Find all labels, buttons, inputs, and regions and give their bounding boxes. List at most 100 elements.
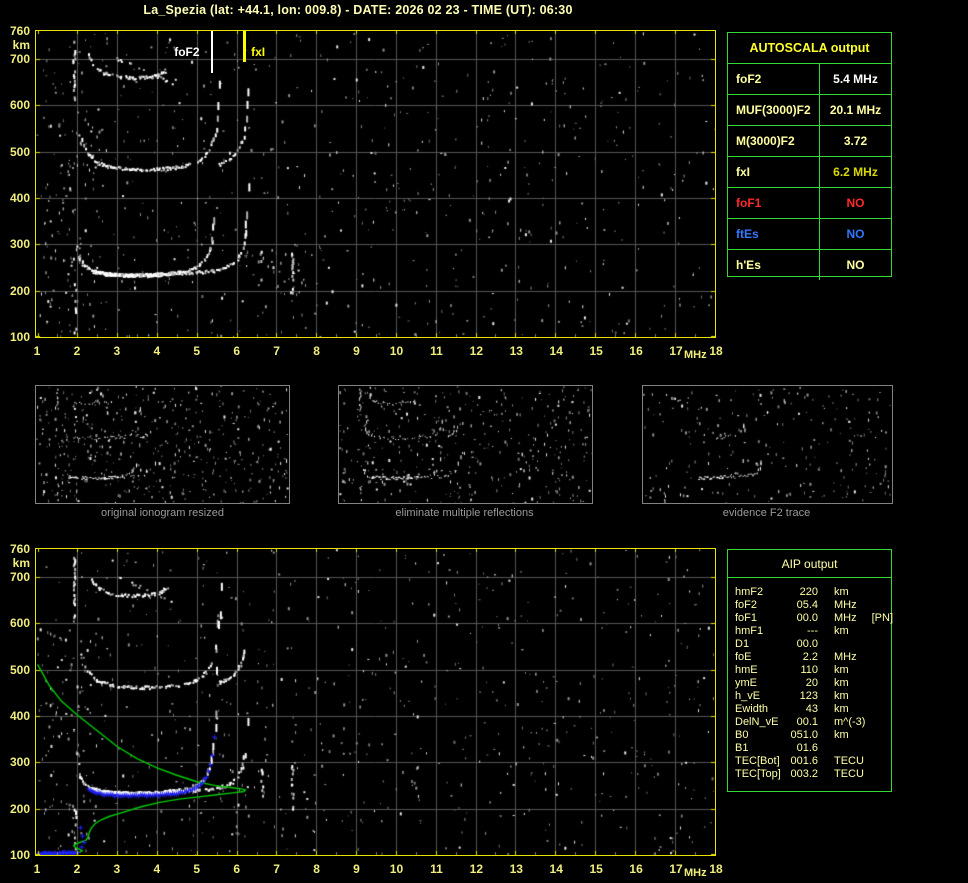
parameter-label: fxI (728, 157, 820, 187)
x-tick-label: 14 (549, 862, 563, 876)
aip-row-ewidth: Ewidth 43 km (735, 703, 891, 716)
parameter-value: 220 (799, 586, 818, 598)
y-tick-label: 700 (9, 569, 30, 584)
aip-output-table: AIP output hmF2 220 km foF2 05.4 MHz foF1 00.0 M… (727, 549, 894, 792)
x-tick-label: 3 (113, 862, 121, 876)
y-tick-label: 600 (9, 616, 30, 631)
autoscala-row-m3000f2: M(3000)F2 3.72 (728, 126, 891, 157)
parameter-label: DelN_vE (735, 716, 779, 728)
autoscala-row-fof1: foF1 NO (728, 188, 891, 219)
aip-row-yme: ymE 20 km (735, 677, 891, 690)
parameter-label: B0 (735, 729, 749, 741)
parameter-label: TEC[Top] (735, 768, 781, 780)
parameter-label: foF2 (728, 64, 820, 94)
x-tick-label: 16 (629, 344, 643, 358)
parameter-value: 2.2 (802, 651, 818, 663)
aip-row-tecbot: TEC[Bot] 001.6 TECU (735, 755, 891, 768)
bottom-x-axis-unit: MHz (684, 867, 707, 879)
panel-original-ionogram (35, 385, 290, 504)
parameter-label: foF1 (735, 612, 758, 624)
aip-table-rows: hmF2 220 km foF2 05.4 MHz foF1 00.0 MHz [PN] hmF1 -… (728, 578, 894, 781)
parameter-value: 00.1 (796, 716, 818, 728)
x-tick-label: 5 (193, 862, 201, 876)
x-tick-label: 10 (389, 344, 404, 358)
autoscala-row-fof2: foF2 5.4 MHz (728, 64, 891, 95)
aip-row-hve: h_vE 123 km (735, 690, 891, 703)
station-title: La_Spezia (lat: +44.1, lon: 009.8) - DAT… (143, 3, 573, 17)
y-tick-label: 100 (9, 848, 30, 862)
parameter-label: hmF1 (735, 625, 764, 637)
x-tick-label: 1 (33, 344, 41, 358)
x-tick-label: 8 (313, 862, 320, 876)
top-ionogram-plot (35, 30, 716, 338)
parameter-value: 05.4 (796, 599, 818, 611)
eliminate-reflections-canvas (339, 386, 592, 503)
x-tick-label: 1 (33, 862, 41, 876)
parameter-unit: km (834, 690, 849, 702)
autoscala-table-header: AUTOSCALA output (728, 33, 891, 64)
parameter-unit: km (834, 677, 849, 689)
parameter-label: M(3000)F2 (728, 126, 820, 156)
x-tick-label: 11 (430, 862, 443, 876)
x-tick-label: 16 (629, 862, 643, 876)
parameter-value: --- (807, 625, 818, 637)
x-tick-label: 7 (273, 862, 280, 876)
bottom-y-axis-unit: km (12, 556, 30, 570)
parameter-label: foF2 (735, 599, 758, 611)
x-tick-label: 14 (549, 344, 563, 358)
x-tick-label: 4 (153, 862, 161, 876)
parameter-note: [PN] (871, 612, 894, 624)
parameter-unit: TECU (834, 755, 864, 767)
panel-eliminate-reflections (338, 385, 593, 504)
x-tick-label: 12 (469, 862, 484, 876)
y-tick-label: 500 (9, 662, 30, 677)
y-tick-label: 200 (9, 283, 30, 298)
parameter-value: 051.0 (790, 729, 818, 741)
parameter-label: TEC[Bot] (735, 755, 780, 767)
y-tick-label: 700 (9, 51, 30, 66)
x-tick-label: 9 (353, 862, 360, 876)
fof2-marker-label: foF2 (174, 45, 200, 59)
parameter-unit: km (834, 703, 849, 715)
x-tick-label: 11 (430, 344, 443, 358)
top-ionogram-canvas (36, 31, 715, 337)
aip-row-b0: B0 051.0 km (735, 729, 891, 742)
y-tick-label: 300 (9, 237, 30, 252)
parameter-value: 00.0 (796, 638, 818, 650)
x-tick-label: 6 (233, 344, 241, 358)
parameter-unit: MHz (834, 599, 857, 611)
parameter-value: NO (846, 227, 865, 241)
x-tick-label: 10 (389, 862, 404, 876)
x-tick-label: 8 (313, 344, 320, 358)
parameter-value: 00.0 (796, 612, 818, 624)
parameter-unit: km (834, 664, 849, 676)
fof2-marker-line (211, 31, 213, 73)
autoscala-row-hes: h'Es NO (728, 250, 891, 280)
autoscala-row-muf3000f2: MUF(3000)F2 20.1 MHz (728, 95, 891, 126)
autoscala-window: La_Spezia (lat: +44.1, lon: 009.8) - DAT… (0, 0, 968, 883)
x-tick-label: 15 (589, 344, 603, 358)
parameter-value: 20.1 MHz (829, 103, 882, 117)
y-tick-label: 100 (9, 330, 30, 344)
aip-row-hmf1: hmF1 --- km (735, 625, 891, 638)
y-tick-label: 760 (9, 542, 30, 556)
parameter-value: NO (846, 196, 865, 210)
x-tick-label: 2 (73, 344, 81, 358)
panel-evidence-caption: evidence F2 trace (722, 507, 811, 519)
parameter-label: h'Es (728, 250, 820, 280)
evidence-f2-canvas (643, 386, 892, 503)
parameter-unit: km (834, 586, 849, 598)
aip-table-header: AIP output (728, 550, 891, 578)
parameter-unit: km (834, 625, 849, 637)
parameter-label: hmE (735, 664, 758, 676)
x-tick-label: 7 (273, 344, 280, 358)
parameter-label: MUF(3000)F2 (728, 95, 820, 125)
aip-row-foe: foE 2.2 MHz (735, 651, 891, 664)
x-tick-label: 2 (73, 862, 81, 876)
x-tick-label: 12 (469, 344, 484, 358)
x-tick-label: 6 (233, 862, 241, 876)
top-y-axis-unit: km (12, 38, 30, 52)
parameter-value: 6.2 MHz (833, 165, 878, 179)
aip-row-hme: hmE 110 km (735, 664, 891, 677)
parameter-value: 110 (800, 664, 818, 676)
